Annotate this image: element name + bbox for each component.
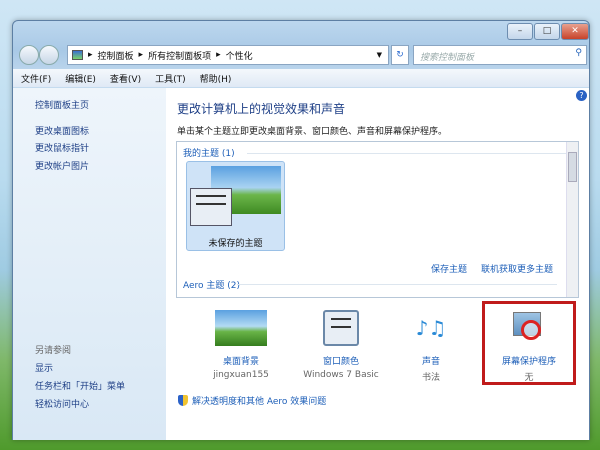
sidebar-change-mouse-pointer[interactable]: 更改鼠标指针 xyxy=(35,141,89,154)
shield-icon xyxy=(178,395,188,406)
tile-value: jingxuan155 xyxy=(213,370,269,380)
sidebar-display[interactable]: 显示 xyxy=(35,361,53,374)
see-also-heading: 另请参阅 xyxy=(35,346,72,356)
aero-themes-heading: Aero 主题 (2) xyxy=(183,281,241,291)
breadcrumb-item[interactable]: 个性化 xyxy=(226,49,253,62)
search-icon[interactable]: ⚲ xyxy=(575,48,582,58)
desktop-background-icon xyxy=(215,310,267,346)
menu-tools[interactable]: 工具(T) xyxy=(155,72,186,85)
control-panel-icon xyxy=(72,50,83,60)
sidebar-change-desktop-icons[interactable]: 更改桌面图标 xyxy=(35,124,89,137)
unsaved-theme-item[interactable]: 未保存的主题 xyxy=(186,161,285,251)
address-bar[interactable]: ▸ 控制面板 ▸ 所有控制面板项 ▸ 个性化 ▼ xyxy=(67,45,389,65)
breadcrumb-item[interactable]: 控制面板 xyxy=(98,49,134,62)
screen-saver-icon xyxy=(511,310,547,346)
menu-edit[interactable]: 编辑(E) xyxy=(65,72,96,85)
tile-value: Windows 7 Basic xyxy=(303,370,379,380)
main-panel: ? 更改计算机上的视觉效果和声音 单击某个主题立即更改桌面背景、窗口颜色、声音和… xyxy=(166,88,589,440)
tile-label: 桌面背景 xyxy=(222,357,259,367)
sidebar: 控制面板主页 更改桌面图标 更改鼠标指针 更改帐户图片 另请参阅 显示 任务栏和… xyxy=(13,88,166,440)
unsaved-theme-label: 未保存的主题 xyxy=(208,239,263,249)
window-color-tile[interactable]: 窗口颜色 Windows 7 Basic xyxy=(296,310,386,380)
close-button[interactable]: ✕ xyxy=(561,23,589,40)
my-themes-heading: 我的主题 (1) xyxy=(183,149,235,159)
tile-value: 无 xyxy=(524,373,534,383)
sidebar-ease-of-access[interactable]: 轻松访问中心 xyxy=(35,397,89,410)
forward-button[interactable] xyxy=(39,45,59,65)
tile-value: 书法 xyxy=(421,373,440,383)
get-more-themes-link[interactable]: 联机获取更多主题 xyxy=(481,262,553,275)
menu-view[interactable]: 查看(V) xyxy=(110,72,141,85)
tile-label: 屏幕保护程序 xyxy=(501,357,556,367)
sidebar-change-account-picture[interactable]: 更改帐户图片 xyxy=(35,159,89,172)
screen-saver-tile[interactable]: 屏幕保护程序 无 xyxy=(484,310,574,383)
save-theme-link[interactable]: 保存主题 xyxy=(431,262,467,275)
menu-help[interactable]: 帮助(H) xyxy=(200,72,232,85)
sounds-tile[interactable]: ♪♫ 声音 书法 xyxy=(386,310,476,383)
minimize-button[interactable]: – xyxy=(507,23,533,40)
control-panel-window: – □ ✕ ▸ 控制面板 ▸ 所有控制面板项 ▸ 个性化 ▼ ↻ 搜索控制面板 ⚲ 文件… xyxy=(12,20,590,440)
theme-list: 我的主题 (1) 未保存的主题 保存主题 联机获取更多主题 Aero 主题 (2… xyxy=(176,141,579,298)
address-dropdown-icon[interactable]: ▼ xyxy=(377,51,382,59)
music-notes-icon: ♪♫ xyxy=(415,316,447,340)
menu-file[interactable]: 文件(F) xyxy=(21,72,51,85)
refresh-icon[interactable]: ↻ xyxy=(391,45,409,65)
search-input[interactable]: 搜索控制面板 ⚲ xyxy=(413,45,587,65)
maximize-button[interactable]: □ xyxy=(534,23,560,40)
theme-list-scrollbar[interactable] xyxy=(566,142,578,297)
back-button[interactable] xyxy=(19,45,39,65)
window-color-icon xyxy=(323,310,359,346)
tile-label: 声音 xyxy=(421,357,440,367)
menu-bar: 文件(F) 编辑(E) 查看(V) 工具(T) 帮助(H) xyxy=(13,69,589,87)
breadcrumb-item[interactable]: 所有控制面板项 xyxy=(148,49,211,62)
aero-troubleshoot[interactable]: 解决透明度和其他 Aero 效果问题 xyxy=(178,394,326,407)
tile-label: 窗口颜色 xyxy=(322,357,359,367)
desktop-background-tile[interactable]: 桌面背景 jingxuan155 xyxy=(196,310,286,380)
prohibited-icon xyxy=(521,320,541,340)
help-icon[interactable]: ? xyxy=(576,90,587,101)
sidebar-control-panel-home[interactable]: 控制面板主页 xyxy=(35,98,89,111)
aero-troubleshoot-link[interactable]: 解决透明度和其他 Aero 效果问题 xyxy=(192,394,326,407)
page-subtitle: 单击某个主题立即更改桌面背景、窗口颜色、声音和屏幕保护程序。 xyxy=(177,127,448,137)
sidebar-taskbar[interactable]: 任务栏和「开始」菜单 xyxy=(35,379,125,392)
page-title: 更改计算机上的视觉效果和声音 xyxy=(177,102,346,116)
